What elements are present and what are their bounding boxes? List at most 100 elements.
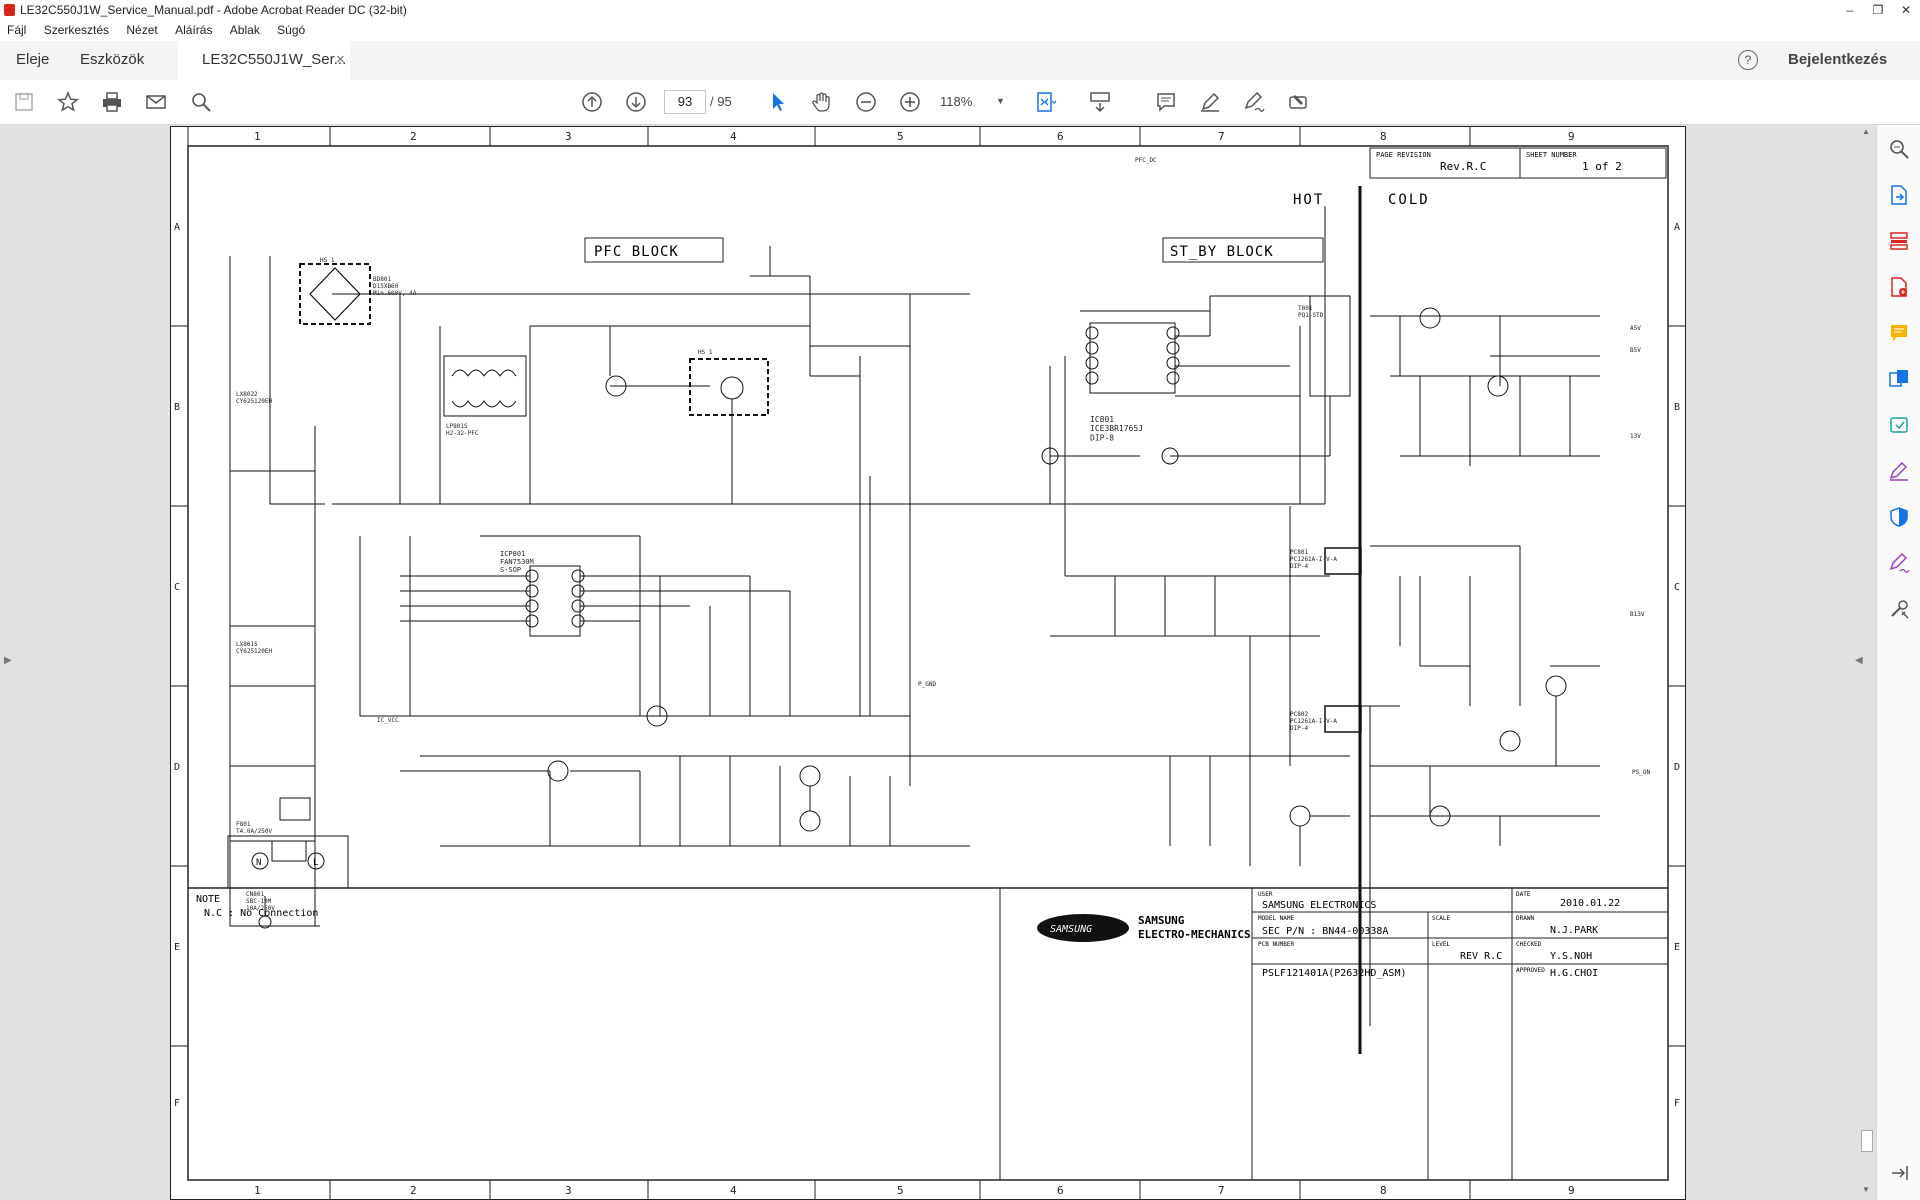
fill-sign-icon[interactable] [1286, 90, 1310, 114]
tab-document-label: LE32C550J1W_Ser... [202, 51, 347, 68]
tab-home[interactable]: Eleje [16, 41, 49, 80]
left-panel-toggle-icon[interactable]: ▶ [4, 655, 12, 666]
zoom-out-icon[interactable] [854, 90, 878, 114]
next-page-icon[interactable] [624, 90, 648, 114]
hs1-right-label: HS 1 [698, 349, 713, 356]
main-toolbar: 93 / 95 118% ▼ [0, 80, 1920, 125]
grid-row-a-right: A [1674, 222, 1680, 233]
page-revision-box: PAGE REVISION Rev.R.C SHEET NUMBER 1 of … [1369, 147, 1667, 179]
checked-value: Y.S.NOH [1550, 951, 1592, 962]
bookmark-star-icon[interactable] [56, 90, 80, 114]
more-tools-icon[interactable] [1887, 597, 1911, 621]
menu-edit[interactable]: Szerkesztés [37, 20, 116, 37]
save-icon[interactable] [12, 90, 36, 114]
grid-row-d-left: D [174, 762, 180, 773]
comment-icon[interactable] [1154, 90, 1178, 114]
grid-col-2-top: 2 [410, 130, 417, 143]
grid-row-d-right: D [1674, 762, 1680, 773]
menu-view[interactable]: Nézet [119, 20, 164, 37]
icvcc-label: IC_VCC [377, 717, 399, 724]
zoom-tool-icon[interactable] [1887, 137, 1911, 161]
scroll-down-arrow-icon[interactable]: ▼ [1862, 1185, 1870, 1194]
protect-shield-icon[interactable] [1887, 505, 1911, 529]
icp801-pins [525, 569, 585, 628]
b5v-output-label: B5V [1630, 347, 1641, 354]
approved-label: APPROVED [1516, 967, 1545, 974]
select-cursor-icon[interactable] [766, 90, 790, 114]
zoom-in-icon[interactable] [898, 90, 922, 114]
window-title: LE32C550J1W_Service_Manual.pdf - Adobe A… [20, 3, 407, 17]
scroll-up-arrow-icon[interactable]: ▲ [1862, 127, 1870, 136]
grid-col-4-bottom: 4 [730, 1184, 737, 1197]
menu-window[interactable]: Ablak [223, 20, 267, 37]
grid-col-5-top: 5 [897, 130, 904, 143]
grid-col-5-bottom: 5 [897, 1184, 904, 1197]
level-value: REV R.C [1460, 951, 1502, 962]
model-value: SEC P/N : BN44-00338A [1262, 926, 1388, 937]
right-panel-expand-icon[interactable] [1887, 1161, 1911, 1185]
pcb-label: PCB NUMBER [1258, 941, 1295, 948]
pdf-page: 1 2 3 4 5 6 7 8 9 1 2 3 4 5 6 7 8 9 A B … [170, 126, 1686, 1200]
page-number-input[interactable]: 93 [664, 90, 706, 114]
lp801-label: LP801S H2-32-PFC [446, 423, 479, 437]
date-value: 2010.01.22 [1560, 898, 1620, 909]
export-pdf-icon[interactable] [1887, 183, 1911, 207]
grid-col-6-bottom: 6 [1057, 1184, 1064, 1197]
line-terminal-label: L [313, 858, 318, 868]
left-panel-collapsed[interactable]: ▶ [0, 125, 16, 1200]
highlight-pen-icon[interactable] [1198, 90, 1222, 114]
level-label: LEVEL [1432, 941, 1450, 948]
drawn-label: DRAWN [1516, 915, 1534, 922]
grid-col-4-top: 4 [730, 130, 737, 143]
scale-label: SCALE [1432, 915, 1450, 922]
maximize-button[interactable]: ❐ [1864, 0, 1892, 20]
sign-icon[interactable] [1242, 90, 1266, 114]
request-signature-icon[interactable] [1887, 551, 1911, 575]
print-icon[interactable] [100, 90, 124, 114]
help-icon[interactable]: ? [1738, 50, 1758, 70]
menu-file[interactable]: Fájl [0, 20, 33, 37]
previous-page-icon[interactable] [580, 90, 604, 114]
grid-col-7-bottom: 7 [1218, 1184, 1225, 1197]
title-block: NOTE N.C : No Connection SAMSUNG SAMSUNG… [188, 887, 1669, 1181]
menu-sign[interactable]: Aláírás [168, 20, 219, 37]
close-window-button[interactable]: ✕ [1892, 0, 1920, 20]
menu-help[interactable]: Súgó [270, 20, 312, 37]
zoom-level-select[interactable]: 118% [940, 94, 972, 109]
signin-link[interactable]: Bejelentkezés [1788, 41, 1887, 80]
send-for-review-icon[interactable] [1887, 413, 1911, 437]
collapse-right-panel-icon[interactable]: ◀ [1855, 655, 1863, 666]
fill-and-sign-icon[interactable] [1887, 459, 1911, 483]
create-pdf-icon[interactable] [1887, 275, 1911, 299]
combine-files-icon[interactable] [1887, 367, 1911, 391]
email-icon[interactable] [144, 90, 168, 114]
pson-label: PS_ON [1632, 769, 1650, 776]
minimize-button[interactable]: – [1836, 0, 1864, 20]
organize-pages-icon[interactable] [1887, 229, 1911, 253]
chevron-down-icon[interactable]: ▼ [996, 96, 1005, 106]
tab-tools[interactable]: Eszközök [80, 41, 144, 80]
grid-row-a-left: A [174, 222, 180, 233]
search-icon[interactable] [189, 90, 213, 114]
grid-col-9-top: 9 [1568, 130, 1575, 143]
component-labels: HS 1 HS 1 BD801 D15XB60 Min.600V, 4A LP801… [236, 157, 1650, 912]
grid-col-2-bottom: 2 [410, 1184, 417, 1197]
fit-page-icon[interactable] [1034, 90, 1058, 114]
samsung-logo-text: SAMSUNG [1050, 924, 1092, 935]
close-tab-button[interactable]: × [336, 41, 345, 79]
hand-tool-icon[interactable] [810, 90, 834, 114]
tab-document[interactable]: LE32C550J1W_Ser... × [178, 41, 350, 82]
page-revision-value: Rev.R.C [1440, 160, 1486, 173]
scroll-mode-icon[interactable] [1088, 90, 1112, 114]
grid-col-9-bottom: 9 [1568, 1184, 1575, 1197]
hot-label: HOT [1293, 192, 1324, 208]
b13v-label: B13V [1630, 611, 1645, 618]
comment-tool-icon[interactable] [1887, 321, 1911, 345]
sheet-number-label: SHEET NUMBER [1526, 151, 1577, 159]
grid-col-3-top: 3 [565, 130, 572, 143]
standby-block-label: ST_BY BLOCK [1170, 244, 1274, 260]
grid-row-f-left: F [174, 1098, 180, 1109]
acrobat-app-icon [4, 4, 15, 16]
sheet-number-value: 1 of 2 [1582, 160, 1622, 173]
scrollbar-thumb[interactable] [1861, 1130, 1873, 1152]
